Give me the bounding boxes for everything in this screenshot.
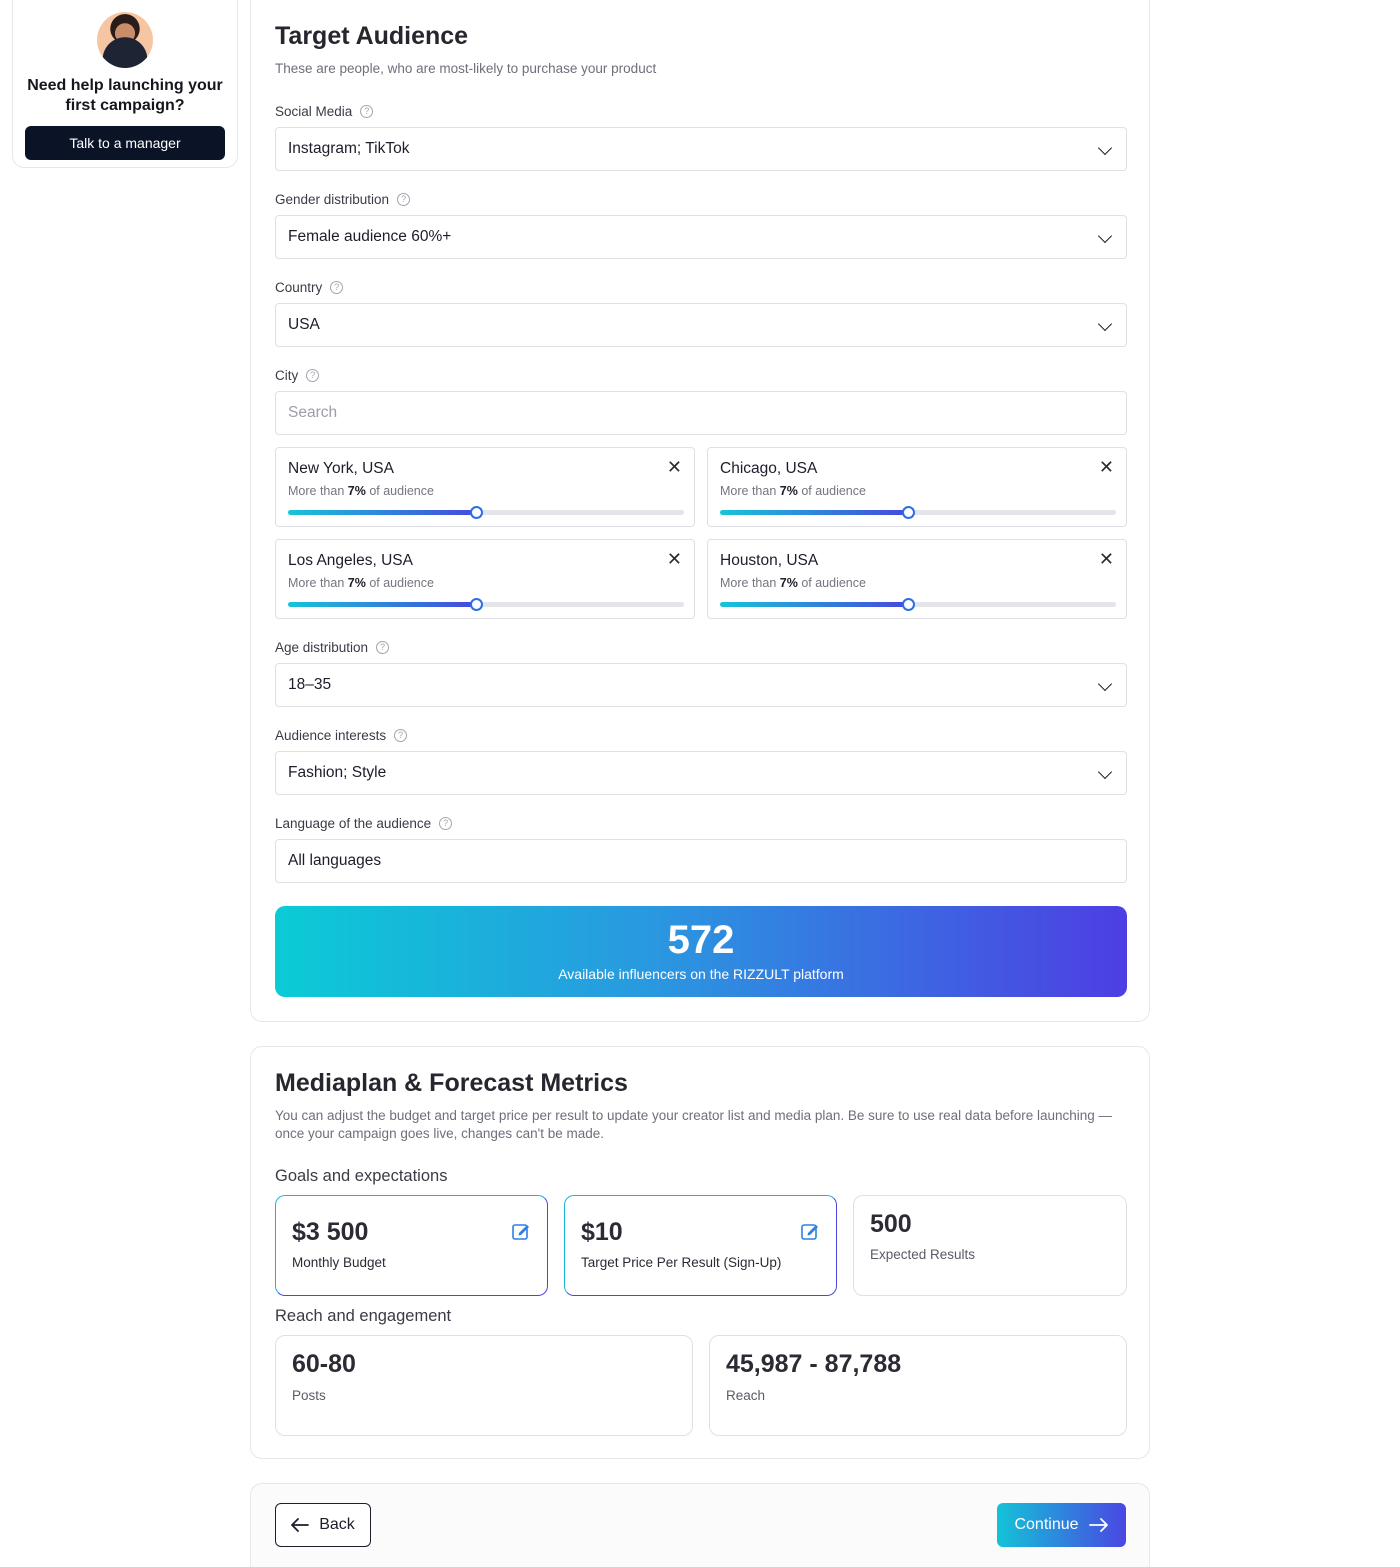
reach-card: 45,987 - 87,788 Reach bbox=[709, 1335, 1127, 1436]
social-media-select[interactable]: Instagram; TikTok bbox=[275, 127, 1127, 171]
mediaplan-title: Mediaplan & Forecast Metrics bbox=[275, 1069, 628, 1097]
city-card: Los Angeles, USA More than 7% of audienc… bbox=[275, 539, 695, 619]
target-price-card[interactable]: $10 Target Price Per Result (Sign-Up) bbox=[564, 1195, 837, 1296]
talk-to-manager-button[interactable]: Talk to a manager bbox=[25, 126, 225, 160]
city-card: Chicago, USA More than 7% of audience ✕ bbox=[707, 447, 1127, 527]
country-label: Country ? bbox=[275, 280, 344, 295]
edit-icon[interactable] bbox=[800, 1221, 820, 1241]
language-select[interactable]: All languages bbox=[275, 839, 1127, 883]
age-label: Age distribution ? bbox=[275, 640, 390, 655]
slider-handle[interactable] bbox=[470, 506, 484, 519]
help-icon[interactable]: ? bbox=[330, 281, 344, 294]
arrow-right-icon bbox=[1088, 1518, 1108, 1532]
chevron-down-icon bbox=[1097, 140, 1113, 156]
audience-slider[interactable] bbox=[288, 506, 684, 519]
chevron-down-icon bbox=[1097, 316, 1113, 332]
expected-results-card: 500 Expected Results bbox=[853, 1195, 1127, 1296]
monthly-budget-card[interactable]: $3 500 Monthly Budget bbox=[275, 1195, 548, 1296]
help-icon[interactable]: ? bbox=[360, 105, 374, 118]
influencers-banner: 572 Available influencers on the RIZZULT… bbox=[275, 906, 1127, 997]
help-icon[interactable]: ? bbox=[397, 193, 411, 206]
language-label: Language of the audience ? bbox=[275, 816, 453, 831]
close-icon[interactable]: ✕ bbox=[1099, 550, 1114, 568]
arrow-left-icon bbox=[291, 1518, 310, 1532]
close-icon[interactable]: ✕ bbox=[667, 550, 682, 568]
interests-select[interactable]: Fashion; Style bbox=[275, 751, 1127, 795]
audience-slider[interactable] bbox=[288, 598, 684, 611]
mediaplan-subtitle: You can adjust the budget and target pri… bbox=[275, 1108, 1113, 1141]
slider-handle[interactable] bbox=[470, 598, 484, 611]
navigation-panel: Back Continue bbox=[250, 1483, 1150, 1567]
continue-button[interactable]: Continue bbox=[997, 1503, 1126, 1547]
gender-select[interactable]: Female audience 60%+ bbox=[275, 215, 1127, 259]
target-audience-subtitle: These are people, who are most-likely to… bbox=[275, 61, 657, 76]
audience-slider[interactable] bbox=[720, 598, 1116, 611]
help-icon[interactable]: ? bbox=[306, 369, 320, 382]
reach-heading: Reach and engagement bbox=[275, 1307, 452, 1325]
age-select[interactable]: 18–35 bbox=[275, 663, 1127, 707]
help-icon[interactable]: ? bbox=[394, 729, 408, 742]
influencer-count: 572 bbox=[667, 918, 735, 962]
slider-handle[interactable] bbox=[902, 506, 916, 519]
city-card: New York, USA More than 7% of audience ✕ bbox=[275, 447, 695, 527]
help-title: Need help launching your first campaign? bbox=[27, 77, 223, 114]
slider-handle[interactable] bbox=[902, 598, 916, 611]
interests-label: Audience interests ? bbox=[275, 728, 408, 743]
target-audience-panel: Target Audience These are people, who ar… bbox=[250, 0, 1150, 1022]
chevron-down-icon bbox=[1097, 228, 1113, 244]
close-icon[interactable]: ✕ bbox=[1099, 458, 1114, 476]
chevron-down-icon bbox=[1097, 764, 1113, 780]
city-search-input[interactable]: Search bbox=[275, 391, 1127, 435]
close-icon[interactable]: ✕ bbox=[667, 458, 682, 476]
goals-heading: Goals and expectations bbox=[275, 1167, 448, 1185]
help-icon[interactable]: ? bbox=[376, 641, 390, 654]
country-select[interactable]: USA bbox=[275, 303, 1127, 347]
influencer-text: Available influencers on the RIZZULT pla… bbox=[558, 966, 844, 982]
city-label: City ? bbox=[275, 368, 320, 383]
chevron-down-icon bbox=[1097, 676, 1113, 692]
audience-slider[interactable] bbox=[720, 506, 1116, 519]
social-media-label: Social Media ? bbox=[275, 104, 374, 119]
gender-label: Gender distribution ? bbox=[275, 192, 411, 207]
edit-icon[interactable] bbox=[511, 1221, 531, 1241]
mediaplan-panel: Mediaplan & Forecast Metrics You can adj… bbox=[250, 1046, 1150, 1459]
back-button[interactable]: Back bbox=[275, 1503, 371, 1547]
manager-avatar bbox=[97, 12, 153, 68]
help-icon[interactable]: ? bbox=[439, 817, 453, 830]
target-audience-title: Target Audience bbox=[275, 22, 469, 50]
city-card: Houston, USA More than 7% of audience ✕ bbox=[707, 539, 1127, 619]
posts-card: 60-80 Posts bbox=[275, 1335, 693, 1436]
help-card: Need help launching your first campaign?… bbox=[12, 0, 238, 168]
